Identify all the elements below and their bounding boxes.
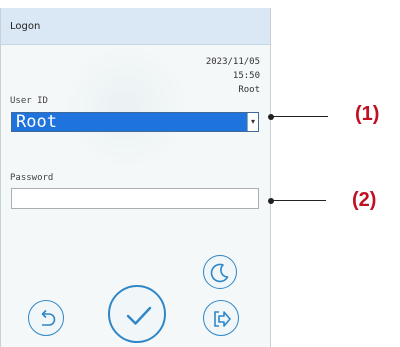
time-display: 15:50 (232, 71, 260, 81)
undo-arrow-icon (41, 309, 56, 326)
moon-icon (210, 263, 229, 283)
checkmark-icon (126, 306, 152, 325)
user-id-label: User ID (10, 96, 48, 106)
password-field[interactable] (11, 188, 259, 209)
title-bar: Logon (1, 8, 270, 45)
back-button[interactable] (28, 300, 64, 336)
password-label: Password (10, 173, 54, 183)
user-id-select[interactable]: Root ▾ (11, 112, 259, 132)
sleep-button[interactable] (203, 255, 237, 289)
current-user-display: Root (238, 85, 260, 95)
callout-1-label: (1) (355, 103, 380, 125)
logon-screen: Logon 2023/11/05 15:50 Root User ID Root… (0, 8, 271, 347)
confirm-button[interactable] (108, 285, 166, 343)
callout-1-line (271, 116, 328, 117)
user-id-value: Root (16, 112, 57, 132)
callout-2-label: (2) (352, 189, 377, 211)
callout-2-line (271, 200, 326, 201)
exit-arrow-icon (214, 311, 231, 327)
logout-button[interactable] (203, 300, 239, 336)
date-display: 2023/11/05 (205, 57, 260, 67)
chevron-down-icon[interactable]: ▾ (247, 113, 258, 131)
stage: Logon 2023/11/05 15:50 Root User ID Root… (0, 0, 400, 347)
window-title: Logon (10, 21, 41, 32)
callout-2-dot (268, 198, 274, 204)
background-watermark (61, 42, 191, 172)
callout-1-dot (268, 114, 274, 120)
